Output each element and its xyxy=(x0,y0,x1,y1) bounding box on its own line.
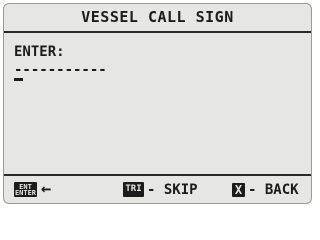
screen-title: VESSEL CALL SIGN xyxy=(81,8,234,26)
back-softkey[interactable]: X - BACK xyxy=(232,176,299,203)
x-key-icon: X xyxy=(232,182,245,197)
skip-label: - SKIP xyxy=(147,181,198,198)
left-arrow-icon: ← xyxy=(41,179,52,199)
enter-key-icon-bottom: ENTER xyxy=(14,188,37,197)
title-bar: VESSEL CALL SIGN xyxy=(4,4,311,33)
skip-softkey[interactable]: TRI - SKIP xyxy=(123,176,198,203)
soft-key-bar: ENT ENTER ← TRI - SKIP X - BACK xyxy=(4,174,311,203)
enter-softkey[interactable]: ENT ENTER ← xyxy=(14,176,51,203)
text-cursor xyxy=(14,78,23,81)
tri-key-icon: TRI xyxy=(123,182,144,197)
enter-key-icon: ENT ENTER xyxy=(14,182,37,197)
display-screen: VESSEL CALL SIGN ENTER: ----------- ENT … xyxy=(3,3,312,204)
call-sign-input[interactable]: ----------- xyxy=(14,62,107,78)
enter-prompt: ENTER: xyxy=(14,44,65,60)
back-label: - BACK xyxy=(248,181,299,198)
